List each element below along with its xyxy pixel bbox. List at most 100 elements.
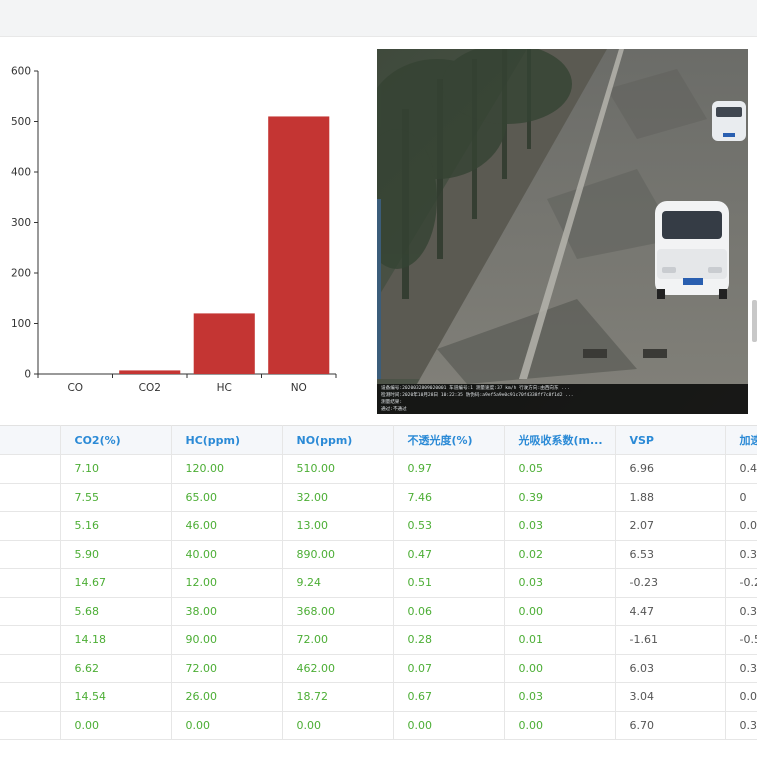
table-cell bbox=[0, 597, 61, 626]
x-tick-label: NO bbox=[291, 382, 307, 394]
y-tick-label: 600 bbox=[11, 66, 31, 78]
table-cell: 5.16 bbox=[60, 511, 172, 541]
emission-bar-chart: 0 100 200 300 400 500 600 CO CO2 HC NO bbox=[0, 40, 370, 415]
table-cell bbox=[0, 682, 61, 712]
panel-scroll-handle[interactable] bbox=[752, 300, 757, 342]
x-tick-label: HC bbox=[217, 382, 232, 394]
table-cell: 0.97 bbox=[393, 454, 505, 484]
table-cell: 0.00 bbox=[504, 597, 616, 626]
table-cell: 0.06 bbox=[393, 597, 505, 626]
table-cell: 2.07 bbox=[615, 511, 726, 541]
table-cell: 14.67 bbox=[60, 568, 172, 598]
table-cell: 0.3 bbox=[725, 711, 757, 740]
table-cell: 46.00 bbox=[171, 511, 283, 541]
table-cell: 72.00 bbox=[171, 654, 283, 683]
table-cell: 0.28 bbox=[393, 625, 505, 655]
table-row[interactable]: 5.68 38.00 368.00 0.06 0.00 4.47 0.3 bbox=[0, 597, 757, 626]
x-tick-label: CO2 bbox=[139, 382, 161, 394]
table-cell: 0.02 bbox=[725, 682, 757, 712]
table-cell: 7.10 bbox=[60, 454, 172, 484]
y-tick-label: 300 bbox=[11, 217, 31, 229]
overlay-line: 检测时间:2020年10月28日 10:22:35 防伪码:a9ef5a9e0c… bbox=[381, 393, 574, 398]
table-cell: 890.00 bbox=[282, 540, 394, 569]
table-row[interactable]: 6.62 72.00 462.00 0.07 0.00 6.03 0.3 bbox=[0, 654, 757, 683]
table-row[interactable]: 5.90 40.00 890.00 0.47 0.02 6.53 0.3 bbox=[0, 540, 757, 569]
table-cell: 0.03 bbox=[504, 682, 616, 712]
y-tick-label: 0 bbox=[24, 369, 31, 381]
column-header[interactable]: CO2(%) bbox=[60, 425, 172, 455]
table-cell bbox=[0, 540, 61, 569]
table-cell bbox=[0, 625, 61, 655]
table-cell: 6.62 bbox=[60, 654, 172, 683]
table-cell: 6.53 bbox=[615, 540, 726, 569]
table-cell: 7.55 bbox=[60, 483, 172, 512]
table-cell: 0.3 bbox=[725, 654, 757, 683]
table-row[interactable]: 7.55 65.00 32.00 7.46 0.39 1.88 0 bbox=[0, 483, 757, 512]
y-tick-label: 200 bbox=[11, 268, 31, 280]
table-cell: 510.00 bbox=[282, 454, 394, 484]
table-row[interactable]: 14.6712.009.240.510.03-0.23-0.2 bbox=[0, 568, 757, 598]
table-row[interactable]: 14.1890.0072.000.280.01-1.61-0.5 bbox=[0, 625, 757, 655]
toolbar-divider bbox=[0, 36, 757, 37]
column-header[interactable]: 不透光度(%) bbox=[393, 425, 505, 455]
table-cell: -0.23 bbox=[615, 568, 726, 598]
table-cell: 26.00 bbox=[171, 682, 283, 712]
table-row[interactable]: 0.00 0.00 0.00 0.00 0.00 6.70 0.3 bbox=[0, 711, 757, 740]
table-cell bbox=[0, 568, 61, 598]
table-cell: 0.47 bbox=[393, 540, 505, 569]
table-cell: 3.04 bbox=[615, 682, 726, 712]
table-cell: 0.3 bbox=[725, 597, 757, 626]
table-cell bbox=[0, 511, 61, 541]
table-cell: 18.72 bbox=[282, 682, 394, 712]
overlay-line: 测量结果: bbox=[381, 400, 403, 405]
column-header[interactable]: 加速 bbox=[725, 425, 757, 455]
table-cell: 72.00 bbox=[282, 625, 394, 655]
x-tick-label: CO bbox=[67, 382, 83, 394]
column-header[interactable]: HC(ppm) bbox=[171, 425, 283, 455]
bar-co2 bbox=[119, 370, 181, 374]
y-tick-label: 100 bbox=[11, 318, 31, 330]
table-cell: 14.18 bbox=[60, 625, 172, 655]
emission-data-table: CO2(%) HC(ppm) NO(ppm) 不透光度(%) 光吸收系数(m... VSP… bbox=[0, 425, 757, 740]
table-cell: 9.24 bbox=[282, 568, 394, 598]
table-cell: 0.07 bbox=[725, 511, 757, 541]
table-cell: 1.88 bbox=[615, 483, 726, 512]
column-header[interactable]: 光吸收系数(m... bbox=[504, 425, 616, 455]
table-cell: 65.00 bbox=[171, 483, 283, 512]
table-cell: 0 bbox=[725, 483, 757, 512]
top-toolbar bbox=[0, 0, 757, 36]
bar-no bbox=[268, 116, 330, 374]
vehicle-camera-snapshot: 设备编号:2020032809020001 车道编号:1 测量速度:37 km/… bbox=[377, 49, 748, 414]
overlay-line: 设备编号:2020032809020001 车道编号:1 测量速度:37 km/… bbox=[381, 386, 570, 391]
table-cell: 462.00 bbox=[282, 654, 394, 683]
table-cell: 0.00 bbox=[504, 654, 616, 683]
bar-hc bbox=[193, 313, 255, 374]
table-cell: 0.00 bbox=[393, 711, 505, 740]
column-header[interactable]: NO(ppm) bbox=[282, 425, 394, 455]
column-header[interactable] bbox=[0, 425, 61, 455]
table-cell: -0.2 bbox=[725, 568, 757, 598]
table-cell bbox=[0, 711, 61, 740]
y-tick-label: 500 bbox=[11, 116, 31, 128]
table-cell: 0.00 bbox=[504, 711, 616, 740]
table-cell: 0.02 bbox=[504, 540, 616, 569]
table-row[interactable]: 7.10 120.00 510.00 0.97 0.05 6.96 0.4 bbox=[0, 454, 757, 484]
table-cell: -1.61 bbox=[615, 625, 726, 655]
table-cell: -0.5 bbox=[725, 625, 757, 655]
table-cell: 0.3 bbox=[725, 540, 757, 569]
table-cell: 14.54 bbox=[60, 682, 172, 712]
table-cell bbox=[0, 483, 61, 512]
table-cell: 0.53 bbox=[393, 511, 505, 541]
table-cell: 0.39 bbox=[504, 483, 616, 512]
column-header[interactable]: VSP bbox=[615, 425, 726, 455]
table-row[interactable]: 5.1646.0013.000.530.032.070.07 bbox=[0, 511, 757, 541]
table-cell: 0.00 bbox=[60, 711, 172, 740]
table-row[interactable]: 14.5426.0018.720.670.033.040.02 bbox=[0, 682, 757, 712]
overlay-line: 通过:不通过 bbox=[381, 407, 407, 412]
table-cell: 0.07 bbox=[393, 654, 505, 683]
table-cell: 32.00 bbox=[282, 483, 394, 512]
table-cell bbox=[0, 454, 61, 484]
table-cell: 120.00 bbox=[171, 454, 283, 484]
table-cell: 90.00 bbox=[171, 625, 283, 655]
table-cell: 6.70 bbox=[615, 711, 726, 740]
